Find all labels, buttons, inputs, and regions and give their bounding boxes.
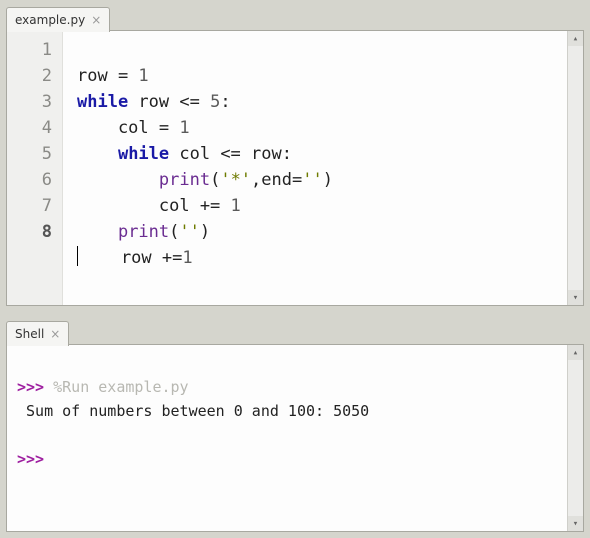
editor-tabbar: example.py × (6, 6, 584, 30)
shell-pane: Shell × >>> %Run example.py Sum of numbe… (6, 320, 584, 532)
shell-scrollbar[interactable]: ▴ ▾ (567, 345, 583, 531)
shell-tab[interactable]: Shell × (6, 321, 69, 346)
code-token: ) (323, 170, 333, 190)
editor-body[interactable]: 1 2 3 4 5 6 7 8 row = 1 while row <= 5: … (6, 30, 584, 306)
line-number: 5 (7, 141, 62, 167)
code-token: 1 (182, 248, 192, 268)
code-area[interactable]: row = 1 while row <= 5: col = 1 while co… (63, 31, 567, 305)
editor-tab-label: example.py (15, 13, 85, 27)
shell-body[interactable]: >>> %Run example.py Sum of numbers betwe… (6, 344, 584, 532)
close-icon[interactable]: × (50, 328, 60, 340)
line-number: 3 (7, 89, 62, 115)
code-token: 1 (138, 66, 148, 86)
code-token: : (220, 92, 230, 112)
code-token: col <= row: (169, 144, 292, 164)
code-token: col = (77, 118, 179, 138)
code-token: print (118, 222, 169, 242)
line-number: 4 (7, 115, 62, 141)
shell-prompt: >>> (17, 450, 44, 468)
code-token: 1 (179, 118, 189, 138)
close-icon[interactable]: × (91, 14, 101, 26)
code-token: while (77, 92, 128, 112)
shell-content[interactable]: >>> %Run example.py Sum of numbers betwe… (7, 345, 567, 531)
code-token: col += (77, 196, 231, 216)
code-token: ) (200, 222, 210, 242)
line-number: 2 (7, 63, 62, 89)
code-token: row <= (128, 92, 210, 112)
code-token (77, 170, 159, 190)
editor-tab[interactable]: example.py × (6, 7, 110, 32)
shell-tabbar: Shell × (6, 320, 584, 344)
editor-pane: example.py × 1 2 3 4 5 6 7 8 row = 1 whi… (6, 6, 584, 306)
line-number-gutter: 1 2 3 4 5 6 7 8 (7, 31, 63, 305)
scroll-up-icon[interactable]: ▴ (568, 31, 583, 46)
code-token: row = (77, 66, 138, 86)
code-token: '' (179, 222, 199, 242)
scroll-down-icon[interactable]: ▾ (568, 290, 583, 305)
code-token: row += (80, 248, 182, 268)
shell-tab-label: Shell (15, 327, 44, 341)
shell-prompt: >>> (17, 378, 44, 396)
code-token: ( (210, 170, 220, 190)
code-token: ,end= (251, 170, 302, 190)
code-token: 1 (231, 196, 241, 216)
scroll-down-icon[interactable]: ▾ (568, 516, 583, 531)
code-token: '*' (220, 170, 251, 190)
editor-scrollbar[interactable]: ▴ ▾ (567, 31, 583, 305)
line-number: 1 (7, 37, 62, 63)
shell-output-line: Sum of numbers between 0 and 100: 5050 (17, 402, 369, 420)
text-cursor (77, 246, 78, 266)
code-token (77, 144, 118, 164)
line-number: 8 (7, 219, 62, 245)
code-token: while (118, 144, 169, 164)
line-number: 7 (7, 193, 62, 219)
scroll-up-icon[interactable]: ▴ (568, 345, 583, 360)
line-number: 6 (7, 167, 62, 193)
code-token: print (159, 170, 210, 190)
shell-run-command: %Run example.py (53, 378, 188, 396)
code-token: 5 (210, 92, 220, 112)
code-token (77, 222, 118, 242)
code-token: ( (169, 222, 179, 242)
code-token: '' (302, 170, 322, 190)
